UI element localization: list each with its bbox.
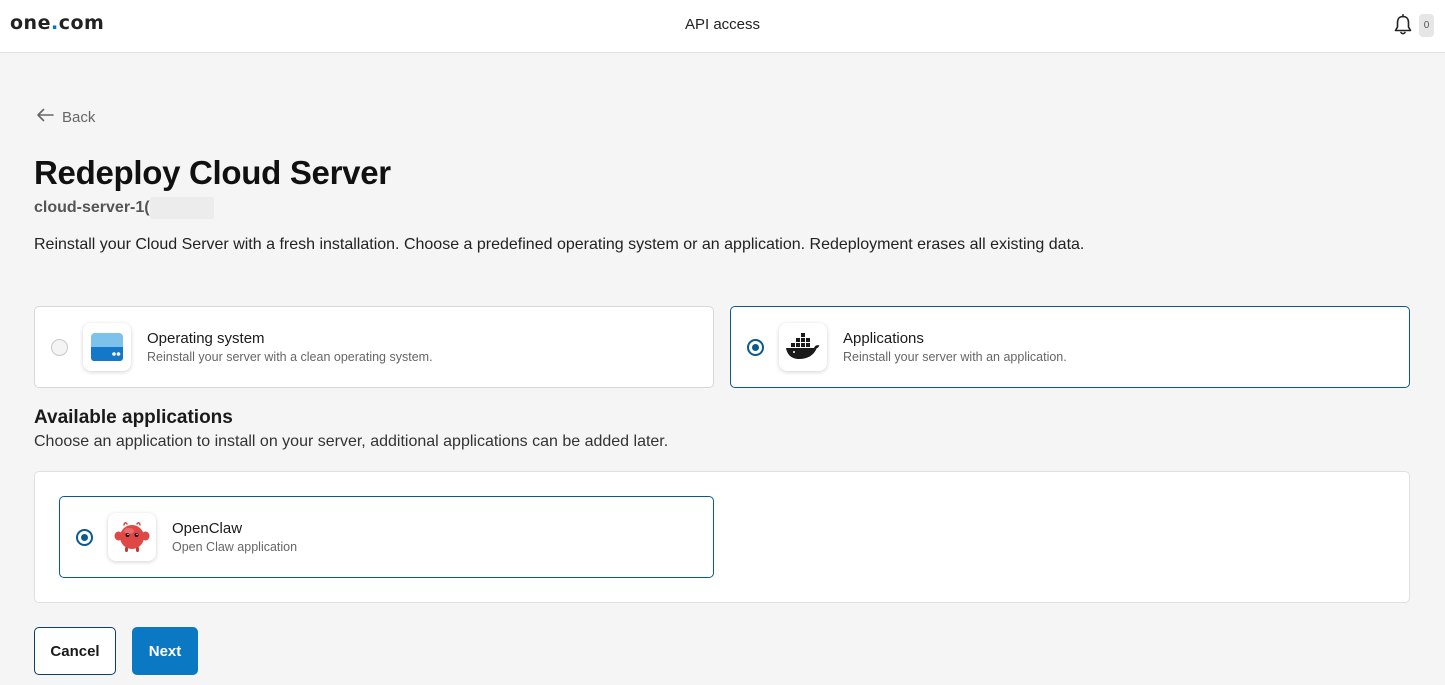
section-subtitle: Choose an application to install on your… [34, 433, 669, 450]
app-card-openclaw[interactable]: OpenClaw Open Claw application [59, 496, 714, 578]
next-button[interactable]: Next [132, 627, 198, 675]
radio-openclaw[interactable] [76, 529, 93, 546]
notification-count-badge: 0 [1419, 14, 1434, 37]
cancel-button[interactable]: Cancel [34, 627, 116, 675]
back-link[interactable]: Back [36, 106, 95, 128]
app-description: Open Claw application [172, 540, 298, 554]
server-icon [83, 323, 131, 371]
redacted-block [149, 197, 214, 219]
section-title: Available applications [34, 407, 233, 428]
intro-text: Reinstall your Cloud Server with a fresh… [34, 236, 1085, 253]
docker-whale-icon [779, 323, 827, 371]
bell-icon[interactable] [1393, 14, 1413, 36]
option-description: Reinstall your server with a clean opera… [147, 350, 433, 364]
openclaw-crab-icon [108, 513, 156, 561]
page-title: Redeploy Cloud Server [34, 154, 391, 191]
applications-panel: OpenClaw Open Claw application [34, 471, 1410, 603]
option-description: Reinstall your server with an applicatio… [843, 350, 1067, 364]
option-title: Applications [843, 330, 924, 347]
option-title: Operating system [147, 330, 265, 347]
option-card-applications[interactable]: Applications Reinstall your server with … [730, 306, 1410, 388]
server-name-text: cloud-server-1( [34, 199, 150, 216]
radio-operating-system[interactable] [51, 339, 68, 356]
arrow-left-icon [36, 108, 54, 126]
back-label: Back [62, 108, 96, 126]
option-card-operating-system[interactable]: Operating system Reinstall your server w… [34, 306, 714, 388]
top-bar: one.com API access 0 [0, 0, 1445, 53]
app-title: OpenClaw [172, 520, 243, 537]
header-title: API access [684, 16, 761, 33]
server-name: cloud-server-1( [34, 197, 214, 219]
radio-applications[interactable] [747, 339, 764, 356]
